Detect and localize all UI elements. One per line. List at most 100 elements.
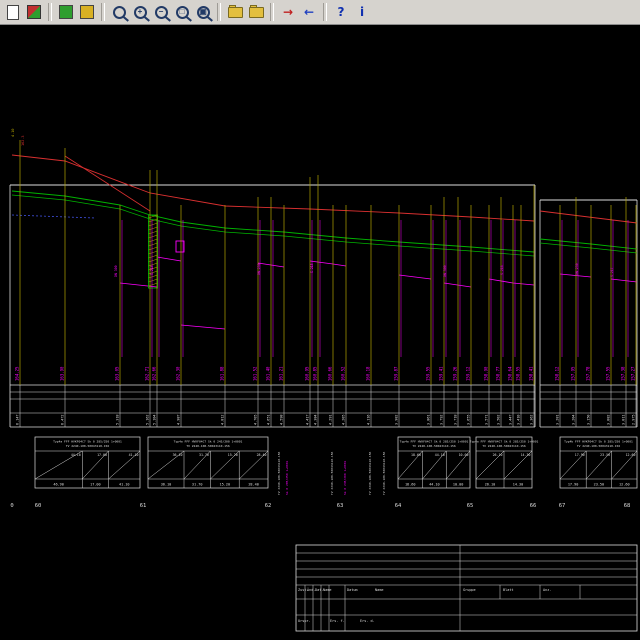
import-button[interactable]: ← — [299, 2, 319, 22]
station-label: 4.291 — [329, 414, 333, 425]
length-value: 10.00 — [453, 483, 464, 487]
slope-value: 44.10 — [435, 453, 445, 457]
length-value: 17.00 — [90, 483, 101, 487]
elevation-label: 162.71 — [145, 366, 150, 381]
annotation: S 216 — [500, 265, 504, 275]
help-button[interactable]: ? — [331, 2, 351, 22]
title-block-label: Name — [323, 588, 331, 592]
info-button[interactable]: i — [352, 2, 372, 22]
annotation: DN 300 — [443, 265, 447, 277]
station-label: 3.792 — [440, 414, 444, 425]
station-label: 3.861 — [427, 414, 431, 425]
export-icon: → — [282, 5, 294, 19]
length-value: 15.20 — [220, 483, 231, 487]
slope-value: 23.50 — [600, 453, 610, 457]
elevation-label: 158.64 — [508, 366, 513, 381]
table-subheader: TV 2240-100-50043110-156 — [186, 444, 230, 448]
title-block-label: Urspr. — [298, 619, 311, 623]
station-label: 4.705 — [254, 414, 258, 425]
profile-polyline — [539, 242, 638, 254]
slope-value: 14.30 — [521, 453, 531, 457]
profile-polyline — [610, 278, 638, 283]
elevation-label: 160.52 — [341, 366, 346, 381]
station-label: 4.598 — [280, 414, 284, 425]
profile-polyline — [156, 256, 182, 262]
elevation-label: 163.90 — [60, 366, 65, 381]
move-to-folder-button[interactable] — [246, 2, 266, 22]
elevation-label: 160.18 — [366, 366, 371, 381]
station-label: 3.082 — [607, 414, 611, 425]
title-block-label: Blatt — [503, 588, 514, 592]
station-label: 4.116 — [367, 414, 371, 425]
elevation-label: 157.38 — [621, 366, 626, 381]
slope-value: 44.10 — [71, 453, 81, 457]
zoom-window-icon: □ — [175, 5, 189, 19]
zoom-in-icon: + — [133, 5, 147, 19]
title-block-label: Ers. d. — [360, 619, 375, 623]
table-header: Typ4a FFF HVKF04C7 Sk 0 285/250 1+0001 — [53, 440, 122, 444]
station-label: 3.447 — [509, 414, 513, 425]
annotation: DN 250 — [257, 263, 261, 275]
table-header: Typ4b FFF HVKF04C7 Sk 0 285/250 1+0001 — [564, 440, 633, 444]
title-block-label: Anz. — [543, 588, 551, 592]
elevation-label: 158.90 — [484, 366, 489, 381]
annotation: Sk 0 245/200 1+0001 — [343, 460, 347, 495]
layer-control-icon — [59, 5, 73, 19]
length-value: 44.10 — [429, 483, 440, 487]
length-value: 46.90 — [53, 483, 64, 487]
zoom-extents-button[interactable]: ▣ — [193, 2, 213, 22]
title-block-label: Gruppe — [463, 588, 476, 592]
elevation-label: 162.66 — [152, 366, 157, 381]
annotation: S 214 — [150, 265, 154, 275]
zoom-pan-icon — [112, 5, 126, 19]
slope-value: 17.00 — [97, 453, 107, 457]
elevation-label: 157.95 — [571, 366, 576, 381]
station-label: 4.417 — [306, 414, 310, 425]
zoom-window-button[interactable]: □ — [172, 2, 192, 22]
toolbar: + − □ ▣ → ←? i — [0, 0, 640, 25]
slope-value: 28.40 — [257, 453, 267, 457]
elevation-label: 163.05 — [115, 366, 120, 381]
elevation-label: 160.66 — [328, 366, 333, 381]
length-value: 23.50 — [594, 483, 605, 487]
length-value: 31.70 — [192, 483, 203, 487]
elevation-label: 161.88 — [220, 366, 225, 381]
zoom-extents-icon: ▣ — [196, 5, 210, 19]
station-label: 4.205 — [342, 414, 346, 425]
copy-to-folder-button[interactable] — [225, 2, 245, 22]
layer-control-button[interactable] — [56, 2, 76, 22]
station-label: 3.982 — [395, 414, 399, 425]
elevation-label: 161.21 — [279, 366, 284, 381]
station-label: 3.410 — [517, 414, 521, 425]
station-grid-group: 164.25 6.147 163.90 6.472 163.05 5.318 162.71 5… — [15, 140, 637, 427]
table-header: Typ4a FFF HVKF04C7 Sk 0 285/250 1+0001 — [470, 440, 539, 444]
zoom-pan-button[interactable] — [109, 2, 129, 22]
open-project-button[interactable] — [24, 2, 44, 22]
zoom-in-button[interactable]: + — [130, 2, 150, 22]
slope-value: 12.60 — [626, 453, 636, 457]
axis-number: 64 — [395, 503, 402, 509]
profile-polyline — [443, 282, 472, 288]
slope-value: 26.10 — [493, 453, 503, 457]
elevation-label: 159.55 — [426, 366, 431, 381]
export-button[interactable]: → — [278, 2, 298, 22]
slope-value: 31.70 — [199, 453, 209, 457]
station-label: 5.318 — [116, 414, 120, 425]
slope-value: 41.10 — [129, 453, 139, 457]
drawing-canvas[interactable]: 164.25 6.147 163.90 6.472 163.05 5.318 162.71 5… — [0, 25, 640, 640]
axis-number: 68 — [624, 503, 631, 509]
table-header: Typ4a FFF HVKF04C7 Sk 0 245/200 1+0001 — [174, 440, 243, 444]
copy-to-folder-icon — [227, 4, 243, 18]
toolbar-separator — [323, 3, 327, 21]
band-frame-group — [9, 184, 638, 428]
pen-settings-button[interactable] — [77, 2, 97, 22]
new-drawing-button[interactable] — [3, 2, 23, 22]
station-label: 6.472 — [61, 414, 65, 425]
station-label: 6.147 — [16, 414, 20, 425]
annotation: TV 2240-100-50043110-156 — [277, 451, 281, 495]
zoom-out-button[interactable]: − — [151, 2, 171, 22]
elevation-label: 160.85 — [313, 366, 318, 381]
elevation-label: 159.26 — [453, 366, 458, 381]
slope-value: 18.60 — [411, 453, 421, 457]
open-project-icon — [27, 5, 41, 19]
